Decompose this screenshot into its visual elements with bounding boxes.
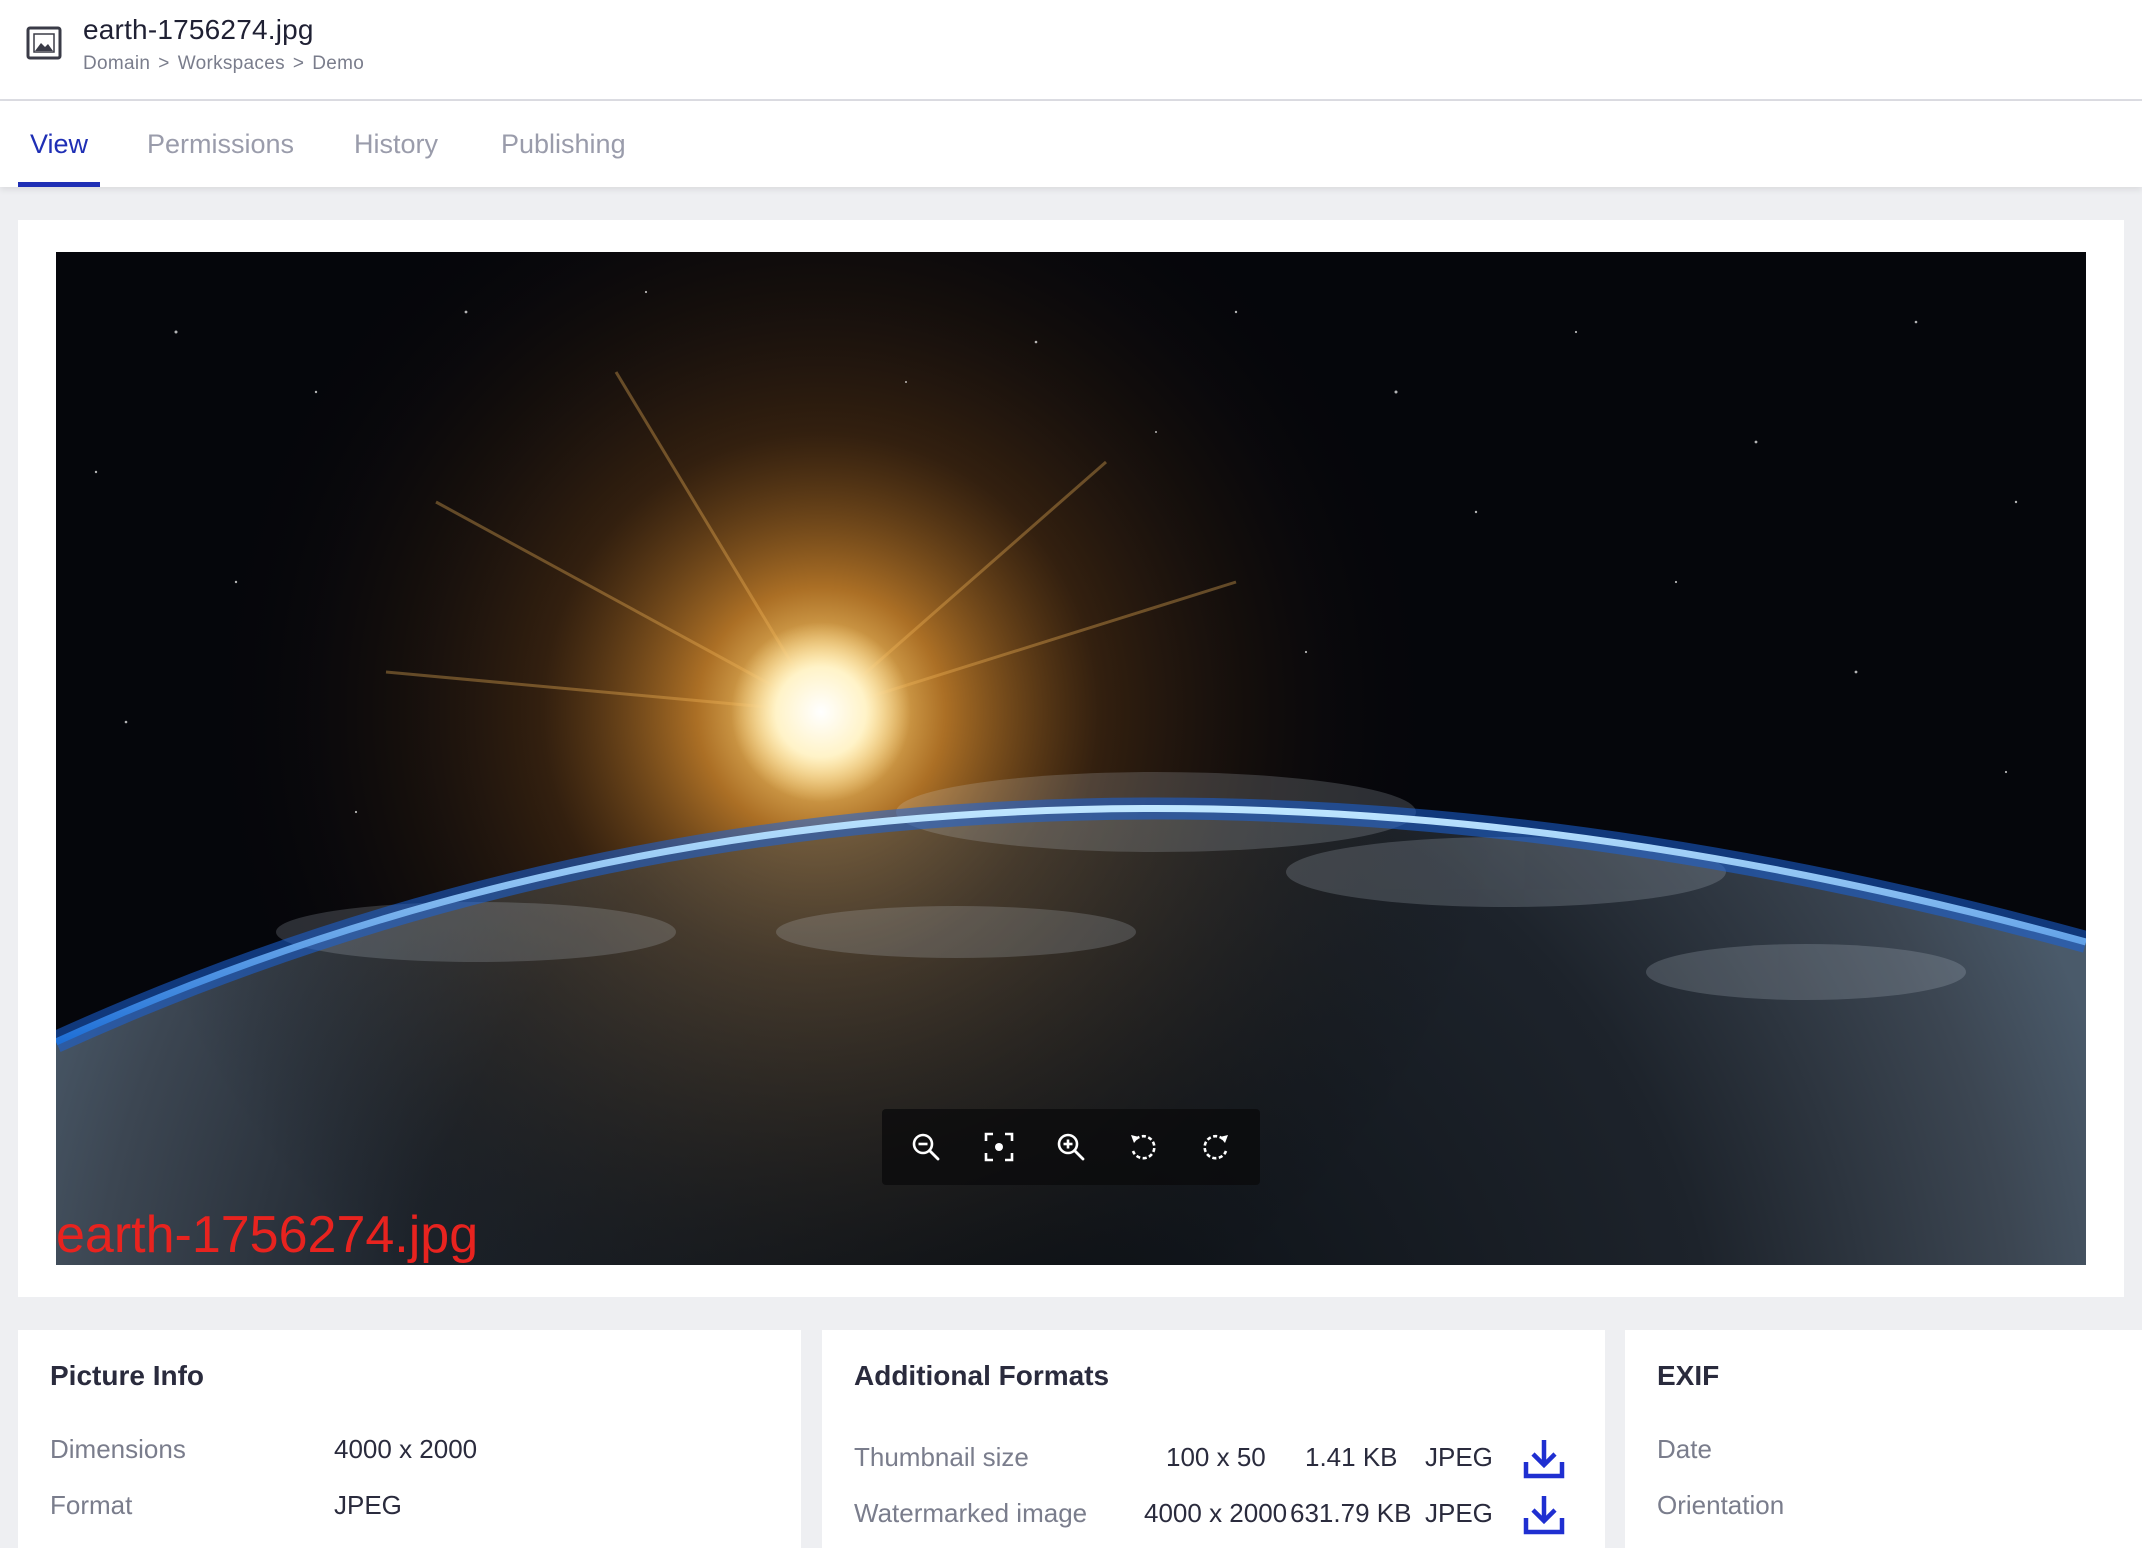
format-label: Format: [50, 1490, 133, 1520]
dimensions-label: Dimensions: [50, 1434, 186, 1464]
page-title: earth-1756274.jpg: [83, 14, 314, 45]
exif-date-label: Date: [1657, 1434, 1712, 1464]
image-viewer-card: earth-1756274.jpg: [18, 220, 2124, 1297]
download-icon[interactable]: [1522, 1436, 1566, 1480]
zoom-out-button[interactable]: [900, 1121, 952, 1173]
breadcrumb: Domain > Workspaces > Demo: [83, 53, 364, 75]
image-toolbar: [882, 1109, 1260, 1185]
watermarked-dimensions: 4000 x 2000: [1144, 1498, 1288, 1528]
page-header: earth-1756274.jpg Domain > Workspaces > …: [0, 0, 2142, 101]
breadcrumb-item-workspaces[interactable]: Workspaces: [178, 53, 285, 75]
tab-view[interactable]: View: [18, 101, 101, 187]
additional-formats-title: Additional Formats: [854, 1360, 1110, 1391]
breadcrumb-item-demo[interactable]: Demo: [312, 53, 364, 75]
tab-permissions[interactable]: Permissions: [135, 101, 306, 187]
thumbnail-file-size: 1.41 KB: [1305, 1442, 1398, 1472]
rotate-right-icon: [1203, 1134, 1228, 1160]
breadcrumb-separator: >: [158, 53, 170, 74]
breadcrumb-separator: >: [292, 53, 305, 74]
zoom-out-icon: [912, 1133, 940, 1161]
watermarked-file-size: 631.79 KB: [1290, 1498, 1412, 1528]
rotate-left-icon: [1131, 1134, 1156, 1160]
rotate-left-button[interactable]: [1117, 1121, 1169, 1173]
zoom-in-button[interactable]: [1045, 1121, 1097, 1173]
zoom-in-icon: [1057, 1133, 1085, 1161]
breadcrumb-item-domain[interactable]: Domain: [83, 53, 150, 75]
tab-bar: View Permissions History Publishing: [0, 101, 2142, 187]
tab-publishing[interactable]: Publishing: [489, 101, 638, 187]
fit-screen-button[interactable]: [973, 1121, 1025, 1173]
exif-card: EXIF Date Orientation: [1625, 1330, 2142, 1548]
image-icon: [26, 26, 62, 60]
watermarked-image-label: Watermarked image: [854, 1498, 1088, 1528]
rotate-right-button[interactable]: [1190, 1121, 1242, 1173]
thumbnail-dimensions: 100 x 50: [1166, 1442, 1266, 1472]
exif-title: EXIF: [1657, 1360, 1720, 1391]
thumbnail-size-label: Thumbnail size: [854, 1442, 1029, 1472]
exif-orientation-label: Orientation: [1657, 1490, 1785, 1520]
image-preview[interactable]: earth-1756274.jpg: [56, 252, 2086, 1265]
watermarked-format: JPEG: [1425, 1498, 1493, 1528]
fit-screen-icon: [984, 1132, 1013, 1162]
watermark-text: earth-1756274.jpg: [56, 1206, 479, 1264]
picture-info-title: Picture Info: [50, 1360, 205, 1391]
download-icon[interactable]: [1522, 1492, 1566, 1536]
additional-formats-card: Additional Formats Thumbnail size 100 x …: [822, 1330, 1605, 1548]
tab-history[interactable]: History: [342, 101, 450, 187]
dimensions-value: 4000 x 2000: [334, 1434, 478, 1464]
format-value: JPEG: [334, 1490, 402, 1520]
picture-info-card: Picture Info Dimensions 4000 x 2000 Form…: [18, 1330, 801, 1548]
thumbnail-format: JPEG: [1425, 1442, 1493, 1472]
